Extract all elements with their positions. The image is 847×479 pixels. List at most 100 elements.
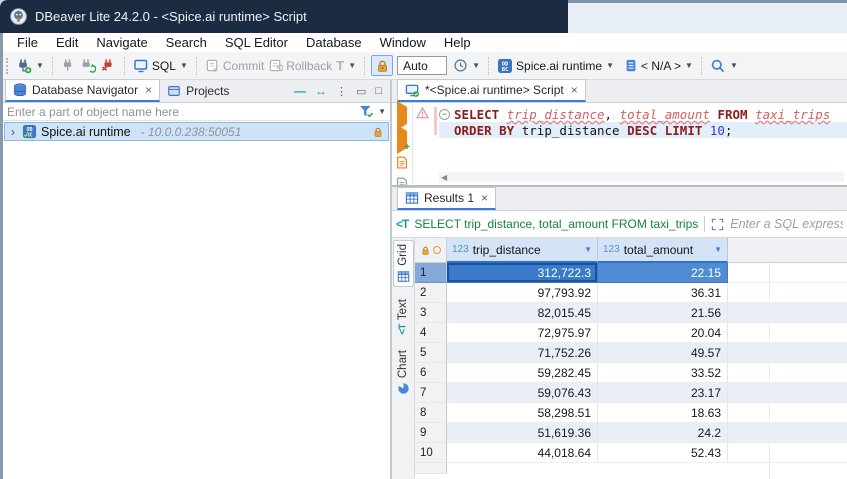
- connect-button[interactable]: [59, 56, 78, 75]
- cell-total-amount[interactable]: 23.17: [598, 383, 728, 403]
- code-line[interactable]: −SELECT trip_distance, total_amount FROM…: [439, 106, 847, 122]
- object-filter-input[interactable]: [7, 105, 359, 119]
- new-connection-button[interactable]: ▼: [14, 56, 46, 76]
- maximize-panel-icon[interactable]: □: [375, 85, 382, 97]
- menu-file[interactable]: File: [8, 35, 47, 50]
- menu-edit[interactable]: Edit: [47, 35, 87, 50]
- sql-editor-button[interactable]: SQL ▼: [131, 56, 190, 76]
- sql-text-filter-icon[interactable]: <T: [396, 217, 408, 231]
- filter-dropdown[interactable]: ▼: [378, 107, 386, 116]
- search-dropdown[interactable]: ▼: [730, 61, 738, 70]
- cell-trip-distance[interactable]: 59,282.45: [447, 363, 598, 383]
- cell-total-amount[interactable]: 22.15: [598, 263, 728, 283]
- table-row[interactable]: 1312,722.322.15: [415, 263, 847, 283]
- data-grid[interactable]: 123 trip_distance ▼ 123 total_amount ▼ 1…: [415, 238, 847, 479]
- row-number[interactable]: 5: [415, 343, 447, 363]
- column-header-total-amount[interactable]: 123 total_amount ▼: [598, 238, 728, 263]
- disconnect-button[interactable]: [98, 56, 118, 75]
- execute-new-tab-button[interactable]: +: [397, 131, 407, 149]
- sql-expression-input[interactable]: [730, 217, 843, 231]
- grid-corner-cell[interactable]: [415, 238, 447, 263]
- warning-marker-icon[interactable]: [416, 107, 429, 119]
- schema-dropdown[interactable]: ▼: [685, 61, 693, 70]
- code-line[interactable]: ORDER BY trip_distance DESC LIMIT 10;: [439, 122, 847, 138]
- tree-item-connection[interactable]: › OD BC Spice.ai runtime - 10.0.0.238:50…: [4, 122, 389, 141]
- sort-filter-icon[interactable]: ▼: [714, 245, 722, 254]
- cell-total-amount[interactable]: 33.52: [598, 363, 728, 383]
- execute-statement-button[interactable]: [397, 107, 407, 125]
- scroll-left-icon[interactable]: ◀: [439, 173, 447, 182]
- row-number[interactable]: 10: [415, 443, 447, 463]
- row-number[interactable]: 6: [415, 363, 447, 383]
- filter-funnel-icon[interactable]: [359, 105, 374, 119]
- table-row[interactable]: 858,298.5118.63: [415, 403, 847, 423]
- cell-trip-distance[interactable]: 97,793.92: [447, 283, 598, 303]
- tab-projects[interactable]: Projects: [160, 79, 236, 102]
- sql-dropdown[interactable]: ▼: [180, 61, 188, 70]
- cell-total-amount[interactable]: 21.56: [598, 303, 728, 323]
- rail-tab-chart[interactable]: Chart: [393, 347, 414, 398]
- code-lines[interactable]: −SELECT trip_distance, total_amount FROM…: [439, 106, 847, 138]
- active-connection-selector[interactable]: OD BC Spice.ai runtime ▼: [495, 56, 616, 76]
- new-connection-dropdown[interactable]: ▼: [36, 61, 44, 70]
- cell-trip-distance[interactable]: 44,018.64: [447, 443, 598, 463]
- expand-filter-icon[interactable]: [711, 218, 724, 231]
- title-bar-active[interactable]: DBeaver Lite 24.2.0 - <Spice.ai runtime>…: [0, 0, 568, 33]
- table-row[interactable]: 297,793.9236.31: [415, 283, 847, 303]
- table-row[interactable]: 951,619.3624.2: [415, 423, 847, 443]
- tab-results-1[interactable]: Results 1 ×: [397, 187, 496, 210]
- close-icon[interactable]: ×: [145, 83, 152, 97]
- execute-script-button[interactable]: [395, 155, 409, 170]
- cell-trip-distance[interactable]: 71,752.26: [447, 343, 598, 363]
- rollback-button[interactable]: Rollback: [266, 56, 334, 75]
- expand-chevron-icon[interactable]: ›: [8, 125, 18, 139]
- table-row[interactable]: 382,015.4521.56: [415, 303, 847, 323]
- close-icon[interactable]: ×: [481, 191, 488, 205]
- transaction-log-button[interactable]: ▼: [451, 56, 482, 75]
- fold-marker-icon[interactable]: −: [439, 109, 450, 120]
- connection-dropdown[interactable]: ▼: [606, 61, 614, 70]
- transaction-dropdown[interactable]: ▼: [348, 61, 356, 70]
- menu-navigate[interactable]: Navigate: [87, 35, 156, 50]
- row-number[interactable]: 3: [415, 303, 447, 323]
- cell-total-amount[interactable]: 52.43: [598, 443, 728, 463]
- cell-total-amount[interactable]: 18.63: [598, 403, 728, 423]
- cell-trip-distance[interactable]: 51,619.36: [447, 423, 598, 443]
- row-number[interactable]: 8: [415, 403, 447, 423]
- sort-filter-icon[interactable]: ▼: [584, 245, 592, 254]
- minimize-view-icon[interactable]: —: [294, 84, 306, 98]
- tab-sql-script[interactable]: *<Spice.ai runtime> Script ×: [397, 79, 586, 102]
- editor-horizontal-scrollbar[interactable]: ◀: [439, 172, 844, 182]
- table-row[interactable]: 571,752.2649.57: [415, 343, 847, 363]
- view-menu-icon[interactable]: ⋮: [336, 85, 347, 98]
- transaction-mode-button[interactable]: T ▼: [334, 56, 358, 75]
- menu-window[interactable]: Window: [371, 35, 435, 50]
- close-icon[interactable]: ×: [571, 83, 578, 97]
- row-number[interactable]: 2: [415, 283, 447, 303]
- cell-trip-distance[interactable]: 59,076.43: [447, 383, 598, 403]
- toolbar-grip[interactable]: [6, 58, 10, 74]
- connection-lock-toggle[interactable]: [371, 55, 393, 76]
- column-header-trip-distance[interactable]: 123 trip_distance ▼: [447, 238, 598, 263]
- cell-trip-distance[interactable]: 58,298.51: [447, 403, 598, 423]
- menu-database[interactable]: Database: [297, 35, 371, 50]
- menu-help[interactable]: Help: [435, 35, 480, 50]
- menu-sql-editor[interactable]: SQL Editor: [216, 35, 297, 50]
- transaction-log-dropdown[interactable]: ▼: [472, 61, 480, 70]
- minimize-panel-icon[interactable]: ▭: [356, 85, 366, 98]
- sql-editor[interactable]: +: [392, 103, 847, 185]
- cell-trip-distance[interactable]: 82,015.45: [447, 303, 598, 323]
- cell-trip-distance[interactable]: 72,975.97: [447, 323, 598, 343]
- reconnect-button[interactable]: [78, 56, 98, 75]
- row-number[interactable]: 9: [415, 423, 447, 443]
- row-number[interactable]: 7: [415, 383, 447, 403]
- cell-trip-distance[interactable]: 312,722.3: [447, 263, 598, 283]
- cell-total-amount[interactable]: 49.57: [598, 343, 728, 363]
- cell-total-amount[interactable]: 36.31: [598, 283, 728, 303]
- search-button[interactable]: ▼: [708, 56, 740, 76]
- link-with-editor-icon[interactable]: ↔: [315, 84, 327, 98]
- row-number[interactable]: 4: [415, 323, 447, 343]
- cell-total-amount[interactable]: 24.2: [598, 423, 728, 443]
- table-row[interactable]: 1044,018.6452.43: [415, 443, 847, 463]
- tab-database-navigator[interactable]: Database Navigator ×: [5, 79, 160, 102]
